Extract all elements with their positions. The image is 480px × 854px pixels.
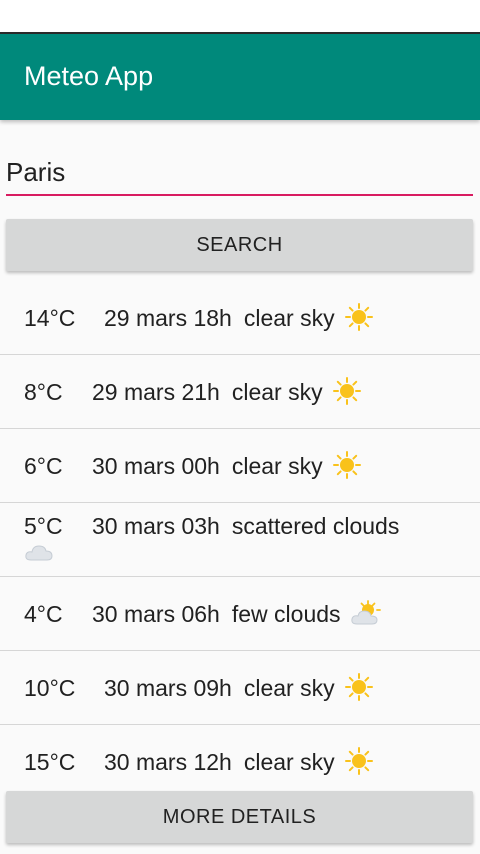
forecast-temperature: 8°C	[24, 379, 63, 406]
forecast-temperature: 4°C	[24, 601, 63, 628]
forecast-date: 30 mars 09h	[104, 675, 232, 702]
search-button[interactable]: SEARCH	[6, 219, 473, 271]
sun-icon	[344, 303, 373, 337]
cloud-icon	[24, 541, 54, 569]
forecast-row[interactable]: 4°C 30 mars 06h few clouds	[0, 577, 480, 651]
forecast-row[interactable]: 5°C 30 mars 03h scattered clouds	[0, 503, 480, 577]
forecast-description: few clouds	[231, 601, 341, 628]
forecast-temperature: 6°C	[24, 453, 63, 480]
sun-icon	[344, 747, 373, 781]
forecast-row[interactable]: 6°C 30 mars 00h clear sky	[0, 429, 480, 503]
forecast-description: clear sky	[231, 379, 323, 406]
forecast-row[interactable]: 15°C 30 mars 12h clear sky	[0, 725, 480, 798]
forecast-description: scattered clouds	[231, 513, 400, 539]
forecast-description: clear sky	[231, 453, 323, 480]
sun-icon	[332, 451, 361, 485]
forecast-temperature: 15°C	[24, 749, 76, 776]
forecast-date: 30 mars 00h	[92, 453, 220, 480]
forecast-row[interactable]: 10°C 30 mars 09h clear sky	[0, 651, 480, 725]
forecast-row[interactable]: 8°C 29 mars 21h clear sky	[0, 355, 480, 429]
forecast-date: 30 mars 12h	[104, 749, 232, 776]
forecast-date: 29 mars 21h	[92, 379, 220, 406]
forecast-date: 30 mars 06h	[92, 601, 220, 628]
forecast-temperature: 5°C	[24, 513, 63, 539]
forecast-date: 29 mars 18h	[104, 305, 232, 332]
app-title: Meteo App	[24, 61, 154, 91]
forecast-description: clear sky	[243, 675, 335, 702]
forecast-description: clear sky	[243, 749, 335, 776]
sun-icon	[332, 377, 361, 411]
more-details-button[interactable]: MORE DETAILS	[6, 791, 473, 843]
status-bar	[0, 0, 480, 34]
forecast-temperature: 14°C	[24, 305, 76, 332]
app-bar: Meteo App	[0, 34, 480, 120]
forecast-date: 30 mars 03h	[92, 513, 220, 539]
forecast-row[interactable]: 14°C 29 mars 18h clear sky	[0, 281, 480, 355]
city-search-input[interactable]	[6, 150, 473, 196]
forecast-description: clear sky	[243, 305, 335, 332]
forecast-temperature: 10°C	[24, 675, 76, 702]
sun-icon	[344, 673, 373, 707]
sun-cloud-icon	[350, 599, 381, 633]
forecast-list[interactable]: 14°C 29 mars 18h clear sky 8°C 29 mars 21h c…	[0, 281, 480, 798]
